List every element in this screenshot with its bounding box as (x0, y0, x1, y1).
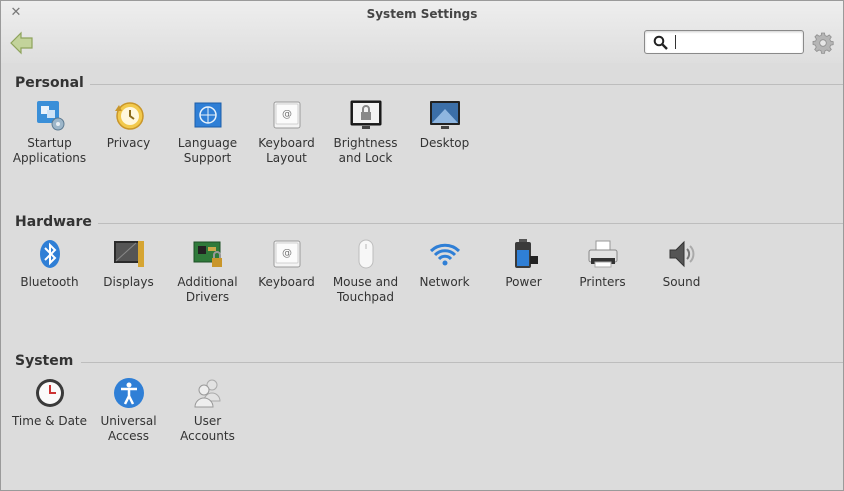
mouse-icon (358, 239, 373, 269)
displays-icon (113, 241, 144, 267)
startup-applications-item[interactable]: Startup Applications (10, 99, 89, 166)
universal-access-icon (113, 378, 144, 408)
app-menu-button[interactable] (812, 32, 834, 54)
privacy-item[interactable]: Privacy (89, 99, 168, 151)
section-divider (81, 223, 843, 224)
window-title: System Settings (366, 7, 478, 21)
section-personal: Personal Startup Applications Privacy La… (1, 75, 843, 195)
search-field[interactable] (644, 30, 804, 54)
item-label: Universal Access (100, 414, 157, 443)
bluetooth-icon (39, 240, 60, 268)
time-date-item[interactable]: Time & Date (10, 377, 89, 429)
language-support-icon (194, 102, 221, 128)
item-label: Privacy (106, 136, 151, 150)
section-hardware: Hardware Bluetooth Displays Additional D… (1, 214, 843, 334)
network-item[interactable]: Network (405, 238, 484, 290)
item-label: Brightness and Lock (333, 136, 398, 165)
universal-access-item[interactable]: Universal Access (89, 377, 168, 444)
brightness-lock-item[interactable]: Brightness and Lock (326, 99, 405, 166)
sound-icon (669, 240, 694, 268)
keyboard-icon: @ (273, 240, 300, 268)
power-icon (514, 239, 538, 268)
item-label: Language Support (177, 136, 238, 165)
mouse-touchpad-item[interactable]: Mouse and Touchpad (326, 238, 405, 305)
svg-text:@: @ (282, 109, 292, 120)
clock-icon (35, 379, 64, 407)
power-item[interactable]: Power (484, 238, 563, 290)
item-label: Desktop (419, 136, 470, 150)
section-title: Hardware (15, 214, 98, 230)
item-label: Mouse and Touchpad (332, 275, 399, 304)
sound-item[interactable]: Sound (642, 238, 721, 290)
additional-drivers-icon (193, 241, 222, 267)
keyboard-item[interactable]: @ Keyboard (247, 238, 326, 290)
header-bar: ✕ System Settings (1, 1, 843, 63)
item-label: User Accounts (180, 414, 235, 443)
item-label: Power (505, 275, 542, 289)
network-icon (429, 243, 460, 266)
keyboard-layout-item[interactable]: @ Keyboard Layout (247, 99, 326, 166)
language-support-item[interactable]: Language Support (168, 99, 247, 166)
item-label: Keyboard Layout (258, 136, 315, 165)
desktop-item[interactable]: Desktop (405, 99, 484, 151)
desktop-icon (429, 101, 460, 129)
section-title: Personal (15, 75, 90, 91)
displays-item[interactable]: Displays (89, 238, 168, 290)
keyboard-layout-icon: @ (273, 101, 300, 129)
search-input[interactable] (671, 33, 799, 51)
item-label: Keyboard (258, 275, 315, 289)
search-icon (653, 35, 668, 50)
section-title: System (15, 353, 80, 369)
item-label: Bluetooth (20, 275, 79, 289)
settings-window: ✕ System Settings Personal Startup Appli… (0, 0, 844, 491)
section-divider (81, 362, 843, 363)
section-divider (81, 84, 843, 85)
item-label: Startup Applications (12, 136, 87, 165)
printers-item[interactable]: Printers (563, 238, 642, 290)
item-label: Displays (103, 275, 154, 289)
section-system: System Time & Date Universal Access User… (1, 353, 843, 473)
printer-icon (588, 240, 617, 268)
item-label: Printers (579, 275, 626, 289)
item-label: Sound (662, 275, 701, 289)
additional-drivers-item[interactable]: Additional Drivers (168, 238, 247, 305)
item-label: Time & Date (11, 414, 88, 428)
gear-icon (812, 32, 834, 54)
back-arrow-icon (10, 31, 33, 55)
item-label: Additional Drivers (177, 275, 238, 304)
privacy-icon (114, 102, 144, 130)
back-button[interactable] (9, 31, 35, 55)
startup-applications-icon (36, 101, 64, 131)
item-label: Network (419, 275, 470, 289)
bluetooth-item[interactable]: Bluetooth (10, 238, 89, 290)
brightness-lock-icon (350, 100, 381, 129)
svg-text:@: @ (282, 248, 292, 259)
user-accounts-icon (193, 379, 221, 408)
user-accounts-item[interactable]: User Accounts (168, 377, 247, 444)
text-caret (675, 35, 676, 49)
